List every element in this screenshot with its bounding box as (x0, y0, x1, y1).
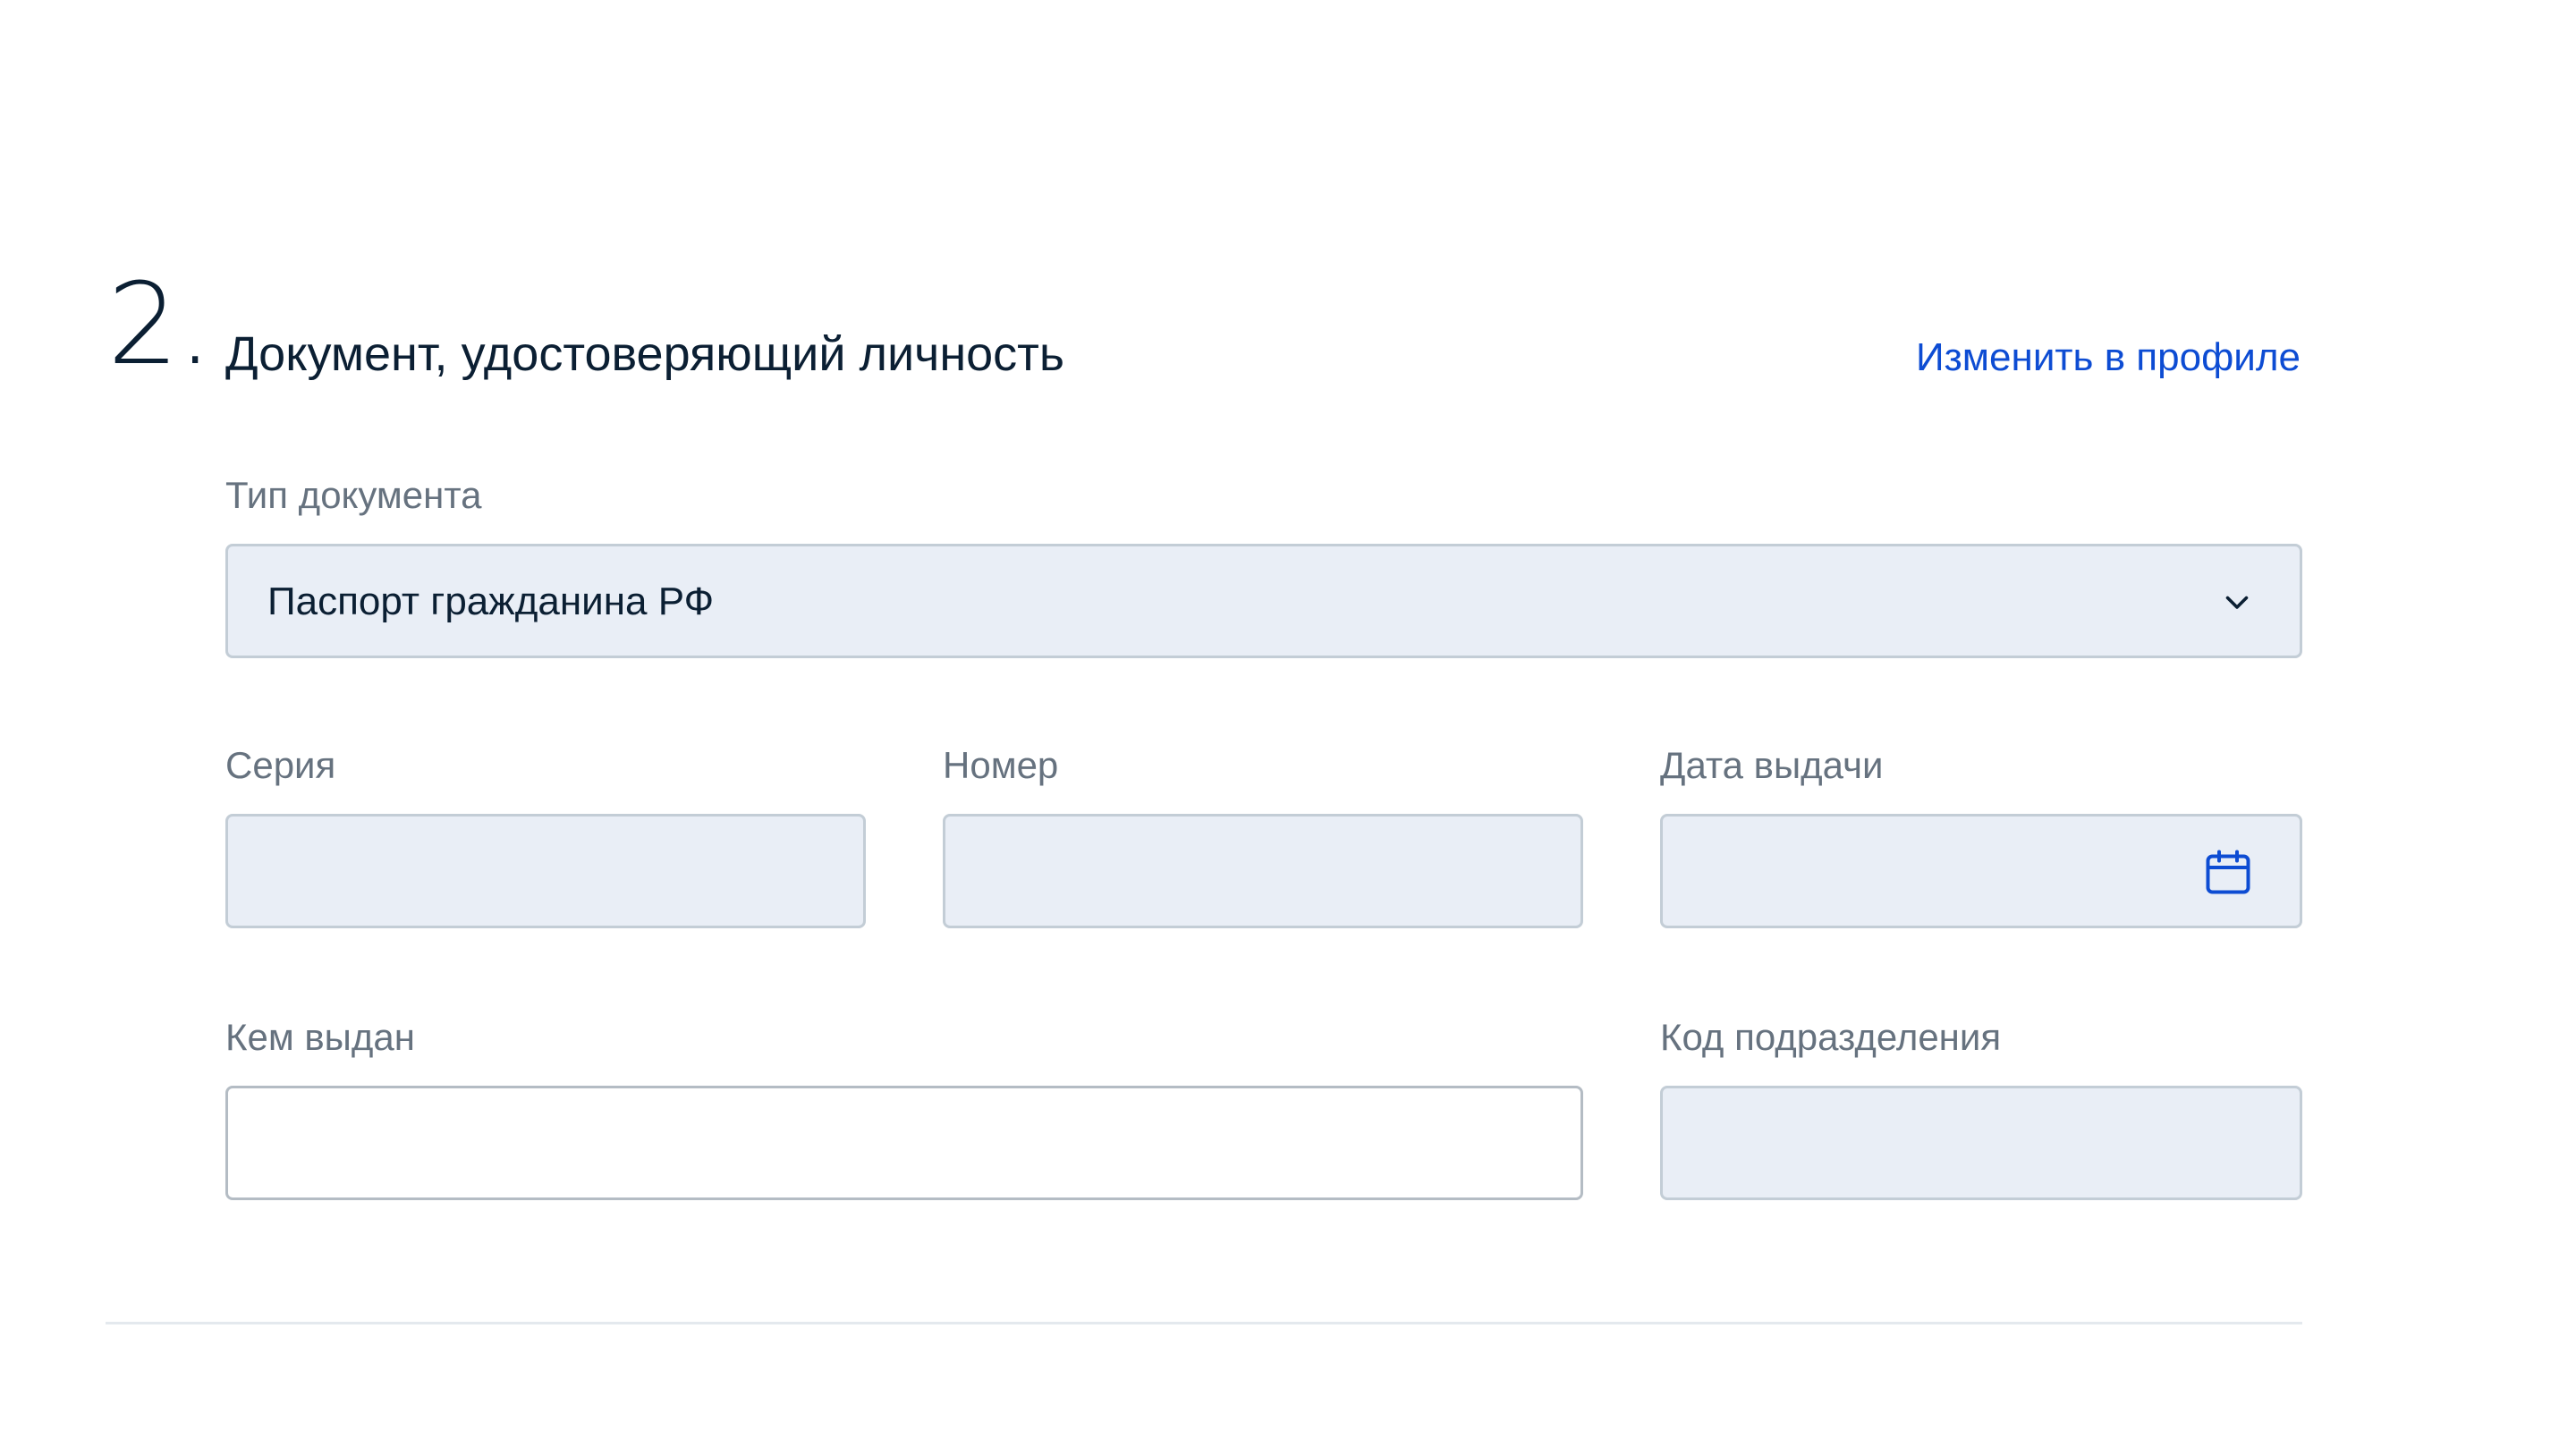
issue-date-field[interactable] (1660, 814, 2302, 928)
subdivision-code-label: Код подразделения (1660, 1016, 2002, 1058)
chevron-down-icon (2225, 596, 2249, 609)
subdivision-code-field[interactable] (1660, 1086, 2302, 1200)
identity-document-section: 2. Документ, удостоверяющий личность Изм… (0, 0, 2576, 1447)
subdivision-code-input[interactable] (1663, 1088, 2300, 1197)
doc-type-label: Тип документа (225, 474, 482, 516)
issued-by-label: Кем выдан (225, 1016, 415, 1058)
section-title: Документ, удостоверяющий личность (225, 327, 1065, 381)
number-input[interactable] (945, 817, 1580, 926)
series-field[interactable] (225, 814, 866, 928)
issue-date-label: Дата выдачи (1660, 744, 1884, 786)
series-input[interactable] (228, 817, 863, 926)
step-number: 2. (107, 258, 213, 390)
number-label: Номер (943, 744, 1059, 786)
section-divider (106, 1322, 2302, 1324)
issued-by-input[interactable] (228, 1088, 1580, 1197)
doc-type-select[interactable]: Паспорт гражданина РФ (225, 544, 2302, 658)
edit-in-profile-link[interactable]: Изменить в профиле (1916, 333, 2301, 383)
number-field[interactable] (943, 814, 1583, 928)
series-label: Серия (225, 744, 336, 786)
issued-by-field[interactable] (225, 1086, 1583, 1200)
calendar-icon[interactable] (2201, 845, 2255, 899)
doc-type-value: Паспорт гражданина РФ (267, 580, 715, 623)
